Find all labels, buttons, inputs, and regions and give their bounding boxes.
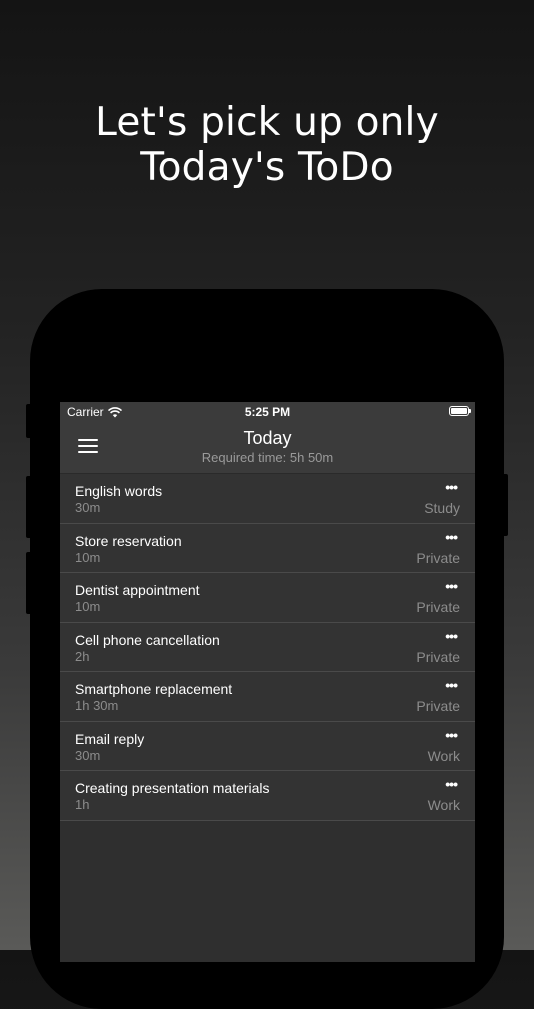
more-icon[interactable]: ••• bbox=[445, 530, 458, 544]
task-title: Store reservation bbox=[75, 532, 182, 549]
headline-line-2: Today's ToDo bbox=[140, 145, 394, 190]
list-item[interactable]: Dentist appointment 10m ••• Private bbox=[60, 573, 475, 623]
task-category: Private bbox=[416, 698, 460, 714]
headline: Let's pick up only Today's ToDo bbox=[0, 100, 534, 190]
task-duration: 10m bbox=[75, 599, 101, 614]
task-title: Email reply bbox=[75, 730, 145, 747]
task-title: Smartphone replacement bbox=[75, 681, 233, 697]
task-title: Cell phone cancellation bbox=[75, 631, 220, 648]
more-icon[interactable]: ••• bbox=[445, 678, 458, 692]
status-time: 5:25 PM bbox=[244, 405, 291, 419]
task-category: Private bbox=[416, 599, 460, 615]
task-duration: 30m bbox=[75, 747, 101, 763]
task-duration: 1h 30m bbox=[75, 698, 119, 713]
more-icon[interactable]: ••• bbox=[445, 777, 458, 791]
task-category: Study bbox=[424, 500, 460, 516]
list-item[interactable]: Creating presentation materials 1h ••• W… bbox=[60, 771, 475, 821]
task-duration: 10m bbox=[75, 549, 101, 565]
task-title: English words bbox=[75, 483, 163, 499]
more-icon[interactable]: ••• bbox=[445, 579, 458, 593]
more-icon[interactable]: ••• bbox=[445, 728, 458, 742]
task-title: Creating presentation materials bbox=[75, 780, 270, 796]
task-duration: 2h bbox=[75, 648, 90, 664]
list-item[interactable]: Email reply 30m ••• Work bbox=[60, 721, 475, 771]
task-title: Dentist appointment bbox=[75, 582, 200, 598]
task-duration: 30m bbox=[75, 500, 101, 515]
task-category: Work bbox=[427, 797, 460, 813]
navigation-bar: Today Required time: 5h 50m bbox=[60, 422, 475, 474]
task-category: Work bbox=[427, 747, 460, 764]
list-item[interactable]: English words 30m ••• Study bbox=[60, 474, 475, 524]
list-item[interactable]: Store reservation 10m ••• Private bbox=[60, 523, 475, 573]
phone-screen: Carrier 5:25 PM Today Required time: 5h … bbox=[60, 402, 475, 962]
list-item[interactable]: Cell phone cancellation 2h ••• Private bbox=[60, 622, 475, 672]
task-category: Private bbox=[416, 549, 460, 566]
more-icon[interactable]: ••• bbox=[445, 629, 458, 643]
nav-title: Today bbox=[243, 428, 292, 448]
required-time: Required time: 5h 50m bbox=[201, 450, 334, 465]
task-category: Private bbox=[416, 648, 460, 665]
task-duration: 1h bbox=[75, 797, 90, 812]
battery-icon bbox=[449, 406, 471, 416]
status-bar: Carrier 5:25 PM bbox=[60, 402, 475, 422]
more-icon[interactable]: ••• bbox=[445, 480, 458, 494]
task-list: English words 30m ••• Study Store reserv… bbox=[60, 474, 475, 821]
headline-line-1: Let's pick up only bbox=[95, 100, 439, 145]
list-item[interactable]: Smartphone replacement 1h 30m ••• Privat… bbox=[60, 672, 475, 722]
